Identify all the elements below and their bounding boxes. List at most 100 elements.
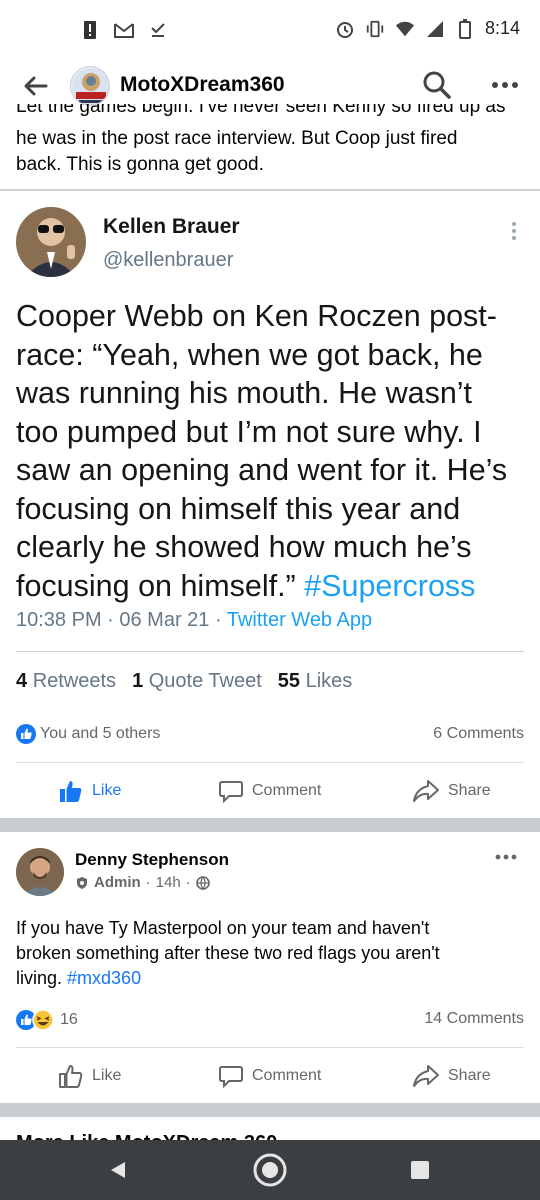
tweet-quote: 1 Quote Tweet xyxy=(132,670,262,693)
back-triangle-icon[interactable] xyxy=(100,1152,136,1188)
signal-icon xyxy=(425,19,445,39)
share-button[interactable]: Share xyxy=(412,1051,491,1101)
post-author-name[interactable]: Denny Stephenson xyxy=(75,850,229,870)
next-post-title: More Like MotoXDream 360 xyxy=(16,1132,277,1140)
post-text: If you have Ty Masterpool on your team a… xyxy=(16,916,524,991)
alarm-icon xyxy=(335,19,355,39)
tweet-quote-label: Quote Tweet xyxy=(148,670,262,692)
system-nav-bar xyxy=(0,1140,540,1200)
wifi-icon xyxy=(395,19,415,39)
tweet-body-line: saw an opening and went for it. He’s xyxy=(16,453,508,487)
tweet-body-line: too pumped but I’m not sure why. I xyxy=(16,414,482,449)
tweet-likes: 55 Likes xyxy=(278,670,353,693)
alert-icon xyxy=(80,20,100,40)
comments-count[interactable]: 14 Comments xyxy=(424,1010,524,1028)
tweet-author-handle: @kellenbrauer xyxy=(103,249,234,271)
dot-separator: · xyxy=(145,874,151,891)
tweet-author-name: Kellen Brauer xyxy=(103,215,240,238)
share-button[interactable]: Share xyxy=(412,766,491,816)
group-logo[interactable] xyxy=(70,66,110,106)
post-separator xyxy=(0,818,540,832)
like-button[interactable]: Like xyxy=(58,1051,121,1101)
back-arrow-icon[interactable] xyxy=(22,72,50,100)
previous-post-line: back. This is gonna get good. xyxy=(16,154,264,175)
tweet-likes-count: 55 xyxy=(277,670,301,692)
like-filled-icon xyxy=(60,781,82,802)
post-reactions-summary[interactable]: 16 xyxy=(16,1008,78,1032)
post-author-avatar[interactable] xyxy=(16,848,64,896)
tweet-author-avatar xyxy=(16,207,86,277)
comment-button[interactable]: Comment xyxy=(218,766,321,816)
post-more-icon[interactable] xyxy=(494,846,518,869)
dot-separator: · xyxy=(185,874,191,891)
post-separator xyxy=(0,1103,540,1117)
tweet-likes-label: Likes xyxy=(305,670,353,692)
previous-post-cut-line: Let the games begin. I've never seen Ken… xyxy=(16,104,506,117)
tweet-meta: 10:38 PM · 06 Mar 21 · Twitter Web App xyxy=(16,609,372,632)
tweet-screenshot[interactable]: Kellen Brauer @kellenbrauer Cooper Webb … xyxy=(0,191,540,652)
tweet-body-line: race: “Yeah, when we got back, he xyxy=(16,337,483,372)
share-label: Share xyxy=(448,1067,491,1084)
comment-label: Comment xyxy=(252,782,322,799)
comment-icon xyxy=(219,781,243,804)
divider xyxy=(16,762,524,763)
like-label: Like xyxy=(92,782,122,799)
tweet-body: Cooper Webb on Ken Roczen post- race: “Y… xyxy=(16,297,528,605)
haha-reaction-icon xyxy=(32,1009,54,1031)
reactions-text: You and 5 others xyxy=(40,725,161,742)
post-reactions-summary[interactable]: You and 5 others 6 Comments xyxy=(16,722,524,748)
tweet-divider xyxy=(16,651,524,652)
like-label: Like xyxy=(92,1067,122,1084)
tweet-stats: 4 Retweets 1 Quote Tweet 55 Likes xyxy=(16,670,352,693)
post-time[interactable]: 14h xyxy=(156,874,181,891)
status-bar: 8:14 xyxy=(0,0,540,60)
home-circle-icon[interactable] xyxy=(252,1152,288,1188)
reactions-count: 16 xyxy=(60,1011,78,1028)
like-button[interactable]: Like xyxy=(58,766,121,816)
post-actions: Like Comment Share xyxy=(0,1051,540,1101)
download-done-icon xyxy=(148,20,168,40)
author-role: Admin xyxy=(94,874,141,891)
recents-square-icon[interactable] xyxy=(402,1152,438,1188)
search-icon[interactable] xyxy=(422,70,452,100)
status-time: 8:14 xyxy=(484,18,520,38)
tweet-body-line: was running his mouth. He wasn’t xyxy=(16,376,473,410)
comment-button[interactable]: Comment xyxy=(218,1051,321,1101)
tweet-more-icon xyxy=(508,219,520,243)
share-icon xyxy=(413,780,439,802)
tweet-quote-count: 1 xyxy=(132,670,144,692)
tweet-retweets: 4 Retweets xyxy=(16,670,116,693)
tweet-hashtag: #Supercross xyxy=(304,568,476,603)
comment-label: Comment xyxy=(252,1067,322,1084)
post-text-line: If you have Ty Masterpool on your team a… xyxy=(16,918,430,938)
post-text-line: broken something after these two red fla… xyxy=(16,943,440,963)
tweet-app: Twitter Web App xyxy=(226,609,373,631)
more-icon[interactable] xyxy=(490,72,520,98)
battery-icon xyxy=(455,18,475,39)
tweet-body-line: clearly he showed how much he’s xyxy=(16,530,472,564)
group-title[interactable]: MotoXDream360 xyxy=(120,73,285,97)
tweet-body-line: focusing on himself this year and xyxy=(16,491,461,526)
post-text-last-line: living. #mxd360 xyxy=(16,966,524,991)
divider xyxy=(16,1047,524,1048)
globe-icon xyxy=(195,875,210,890)
post-text-line: living. xyxy=(16,968,68,988)
vibrate-icon xyxy=(365,19,385,39)
like-outline-icon xyxy=(59,1065,83,1088)
post-actions: Like Comment Share xyxy=(0,766,540,816)
share-label: Share xyxy=(448,782,491,799)
post-hashtag[interactable]: #mxd360 xyxy=(67,968,141,988)
admin-shield-icon xyxy=(77,876,87,889)
post-subtitle: Admin · 14h · xyxy=(75,874,210,891)
comments-count[interactable]: 6 Comments xyxy=(433,725,524,743)
tweet-time: 10:38 PM · 06 Mar 21 · xyxy=(16,609,227,631)
tweet-body-line: focusing on himself.” xyxy=(16,568,305,603)
tweet-retweets-count: 4 xyxy=(16,670,28,692)
previous-post-text: Let the games begin. I've never seen Ken… xyxy=(16,104,526,178)
tweet-retweets-label: Retweets xyxy=(32,670,117,692)
previous-post-line: he was in the post race interview. But C… xyxy=(16,128,458,149)
tweet-body-line: Cooper Webb on Ken Roczen post- xyxy=(16,299,497,333)
share-icon xyxy=(413,1065,439,1087)
tweet-body-last-line: focusing on himself.” #Supercross xyxy=(16,567,528,606)
gmail-icon xyxy=(114,20,134,40)
